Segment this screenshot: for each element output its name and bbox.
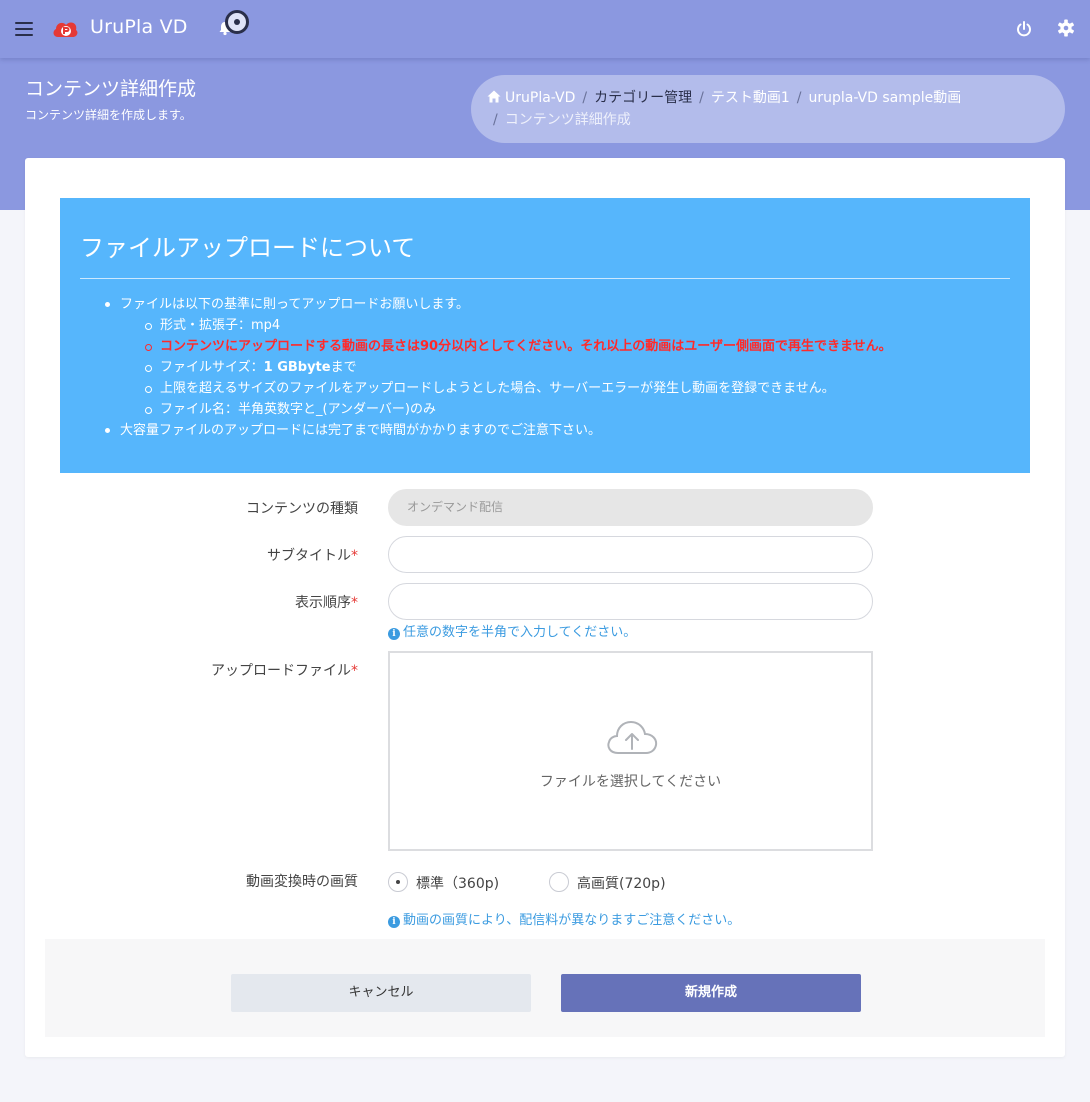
subtitle-label: サブタイトル* bbox=[58, 545, 358, 565]
breadcrumb-item-current: コンテンツ詳細作成 bbox=[504, 112, 631, 128]
breadcrumb-separator: / bbox=[699, 90, 704, 106]
form-footer: キャンセル 新規作成 bbox=[45, 939, 1045, 1037]
help-text: 任意の数字を半角で入力してください。 bbox=[403, 625, 637, 640]
subtitle-input[interactable] bbox=[388, 536, 873, 573]
file-size-limit: 1 GBbyte bbox=[263, 360, 331, 375]
label-text: サブタイトル bbox=[267, 548, 351, 564]
info-circle-icon: i bbox=[388, 916, 400, 928]
quality-help: i 動画の画質により、配信料が異なりますご注意ください。 bbox=[388, 909, 740, 928]
breadcrumb-item-sample[interactable]: urupla-VD sample動画 bbox=[808, 90, 961, 106]
file-dropzone[interactable]: ファイルを選択してください bbox=[388, 651, 873, 851]
page-title: コンテンツ詳細作成 bbox=[25, 78, 197, 100]
breadcrumb-item-category[interactable]: カテゴリー管理 bbox=[594, 90, 692, 106]
label-text: コンテンツの種類 bbox=[246, 501, 358, 517]
radio-button-checked[interactable] bbox=[388, 872, 408, 892]
radio-label: 高画質(720p) bbox=[577, 876, 666, 892]
dropzone-prompt: ファイルを選択してください bbox=[539, 774, 722, 790]
content-type-label: コンテンツの種類 bbox=[58, 498, 358, 518]
list-item-text: まで bbox=[330, 360, 357, 375]
order-label: 表示順序* bbox=[58, 592, 358, 612]
list-item: 大容量ファイルのアップロードには完了まで時間がかかりますのでご注意下さい。 bbox=[80, 420, 892, 441]
breadcrumb-item-video[interactable]: テスト動画1 bbox=[711, 90, 790, 106]
cancel-button[interactable]: キャンセル bbox=[231, 974, 531, 1012]
label-text: 表示順序 bbox=[295, 595, 351, 611]
upload-info-box: ファイルアップロードについて ファイルは以下の基準に則ってアップロードお願いしま… bbox=[60, 198, 1030, 473]
home-icon[interactable] bbox=[487, 90, 501, 103]
help-text: 動画の画質により、配信料が異なりますご注意ください。 bbox=[403, 913, 741, 928]
info-circle-icon: i bbox=[388, 628, 400, 640]
list-item: ファイルは以下の基準に則ってアップロードお願いします。 bbox=[80, 294, 892, 315]
divider bbox=[80, 278, 1010, 279]
duration-warning: コンテンツにアップロードする動画の長さは90分以内としてください。それ以上の動画… bbox=[80, 336, 892, 357]
urupla-logo bbox=[53, 22, 78, 37]
list-item: ファイルサイズ：1 GBbyteまで bbox=[80, 357, 892, 378]
list-item: 上限を超えるサイズのファイルをアップロードしようとした場合、サーバーエラーが発生… bbox=[80, 378, 892, 399]
breadcrumb-separator: / bbox=[582, 90, 588, 106]
cloud-upload-icon bbox=[607, 720, 658, 754]
required-mark: * bbox=[351, 548, 358, 564]
content-card: ファイルアップロードについて ファイルは以下の基準に則ってアップロードお願いしま… bbox=[25, 158, 1065, 1057]
info-title: ファイルアップロードについて bbox=[80, 234, 416, 262]
label-text: アップロードファイル bbox=[211, 663, 351, 679]
notification-badge[interactable] bbox=[225, 10, 249, 34]
label-text: 動画変換時の画質 bbox=[246, 874, 358, 890]
top-navbar: UruPla VD bbox=[0, 0, 1090, 58]
radio-label: 標準（360p) bbox=[416, 876, 500, 892]
power-icon[interactable] bbox=[1015, 20, 1033, 38]
breadcrumb-separator: / bbox=[796, 90, 802, 106]
radio-button[interactable] bbox=[549, 872, 569, 892]
breadcrumb: UruPla-VD / カテゴリー管理 / テスト動画1 / urupla-VD sampl… bbox=[471, 75, 1065, 143]
page-subtitle: コンテンツ詳細を作成します。 bbox=[25, 108, 192, 122]
gear-icon[interactable] bbox=[1057, 19, 1075, 37]
list-item-text: ファイルサイズ： bbox=[160, 360, 264, 375]
order-help: i 任意の数字を半角で入力してください。 bbox=[388, 621, 636, 640]
content-type-field: オンデマンド配信 bbox=[388, 489, 873, 526]
brand-name: UruPla VD bbox=[90, 16, 188, 38]
list-item: 形式・拡張子：mp4 bbox=[80, 315, 892, 336]
required-mark: * bbox=[351, 663, 358, 679]
required-mark: * bbox=[351, 595, 358, 611]
info-list: ファイルは以下の基準に則ってアップロードお願いします。 形式・拡張子：mp4 コ… bbox=[80, 294, 892, 441]
quality-label: 動画変換時の画質 bbox=[58, 871, 358, 891]
upload-label: アップロードファイル* bbox=[58, 660, 358, 680]
list-item: ファイル名：半角英数字と_(アンダーバー)のみ bbox=[80, 399, 892, 420]
display-order-input[interactable] bbox=[388, 583, 873, 620]
create-button[interactable]: 新規作成 bbox=[561, 974, 861, 1012]
breadcrumb-item-home[interactable]: UruPla-VD bbox=[505, 90, 575, 106]
hamburger-icon[interactable] bbox=[15, 22, 33, 36]
breadcrumb-separator: / bbox=[493, 112, 498, 128]
